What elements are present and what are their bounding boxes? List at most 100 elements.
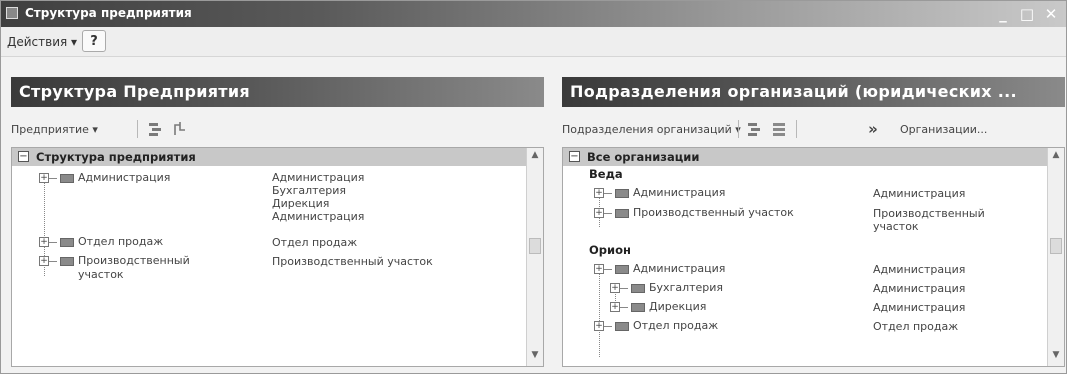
scrollbar-thumb[interactable] [1050,238,1062,254]
folder-icon [615,322,629,331]
tree-row-value: Производственный участок [272,255,433,268]
divisions-menu[interactable]: Подразделения организаций ▾ [562,123,741,136]
tree-row-label: Бухгалтерия [649,281,724,294]
tree-row-label: Отдел продаж [633,319,719,332]
tree-root-row[interactable]: − Структура предприятия [12,148,526,166]
divisions-tree[interactable]: − Все организации Веда + Администрация А… [562,147,1065,367]
hierarchy-icon[interactable] [145,118,167,140]
toolbar-separator [796,120,797,138]
tree-row[interactable]: + Администрация [39,171,170,185]
scroll-down-icon[interactable]: ▼ [1050,350,1062,364]
app-icon [6,7,18,19]
close-button[interactable]: ✕ [1042,5,1060,23]
window-controls: _ □ ✕ [994,3,1060,25]
expand-icon[interactable]: + [594,321,604,331]
right-toolbar: Подразделения организаций ▾ » Организаци… [562,115,1065,143]
folder-icon [631,303,645,312]
tree-row-label: Администрация [78,171,171,184]
folder-icon [631,284,645,293]
toolbar-separator [738,120,739,138]
tree-row-label: Дирекция [649,300,707,313]
tree-connector [49,242,57,243]
folder-icon [615,189,629,198]
scrollbar-thumb[interactable] [529,238,541,254]
collapse-icon[interactable]: − [569,151,580,162]
tree-row-label: Администрация [633,262,726,275]
tree-row-value: Отдел продаж [272,236,358,249]
tree-row[interactable]: + Отдел продаж [594,319,718,333]
tree-connector [620,288,628,289]
tree-row[interactable]: + Производственный участок [39,254,190,282]
organization-group-label: Орион [589,243,631,257]
tree-row-label: Производственный участок [633,206,794,219]
panel-header: Подразделения организаций (юридических .… [562,77,1065,107]
title-bar: Структура предприятия _ □ ✕ [1,1,1066,27]
tree-row-label: Администрация [633,186,726,199]
tree-root-row[interactable]: − Все организации [563,148,1047,166]
tree-root-label: Структура предприятия [36,150,196,164]
enterprise-structure-panel: Структура Предприятия Предприятие ▾ − Ст… [11,77,544,367]
tree-row-value: Отдел продаж [873,320,959,333]
minimize-button[interactable]: _ [994,5,1012,23]
expand-icon[interactable]: + [39,256,49,266]
tree-connector [49,178,57,179]
tree-connector [604,213,612,214]
tree-connector [620,307,628,308]
expand-icon[interactable]: + [594,208,604,218]
panel-header: Структура Предприятия [11,77,544,107]
tree-connector [49,261,57,262]
folder-icon [60,257,74,266]
tree-row-value: Администрация [873,187,966,200]
tree-structure-icon[interactable] [169,118,191,140]
tree-root-label: Все организации [587,150,700,164]
maximize-button[interactable]: □ [1018,5,1036,23]
tree-row[interactable]: + Отдел продаж [39,235,163,249]
expand-icon[interactable]: + [610,302,620,312]
enterprise-menu[interactable]: Предприятие ▾ [11,123,98,136]
scroll-up-icon[interactable]: ▲ [529,150,541,164]
folder-icon [615,265,629,274]
actions-menu[interactable]: Действия ▾ [7,35,77,49]
scroll-down-icon[interactable]: ▼ [529,350,541,364]
window-title: Структура предприятия [25,6,192,20]
folder-icon [60,238,74,247]
organization-divisions-panel: Подразделения организаций (юридических .… [562,77,1065,367]
expand-icon[interactable]: + [39,173,49,183]
vertical-scrollbar[interactable]: ▲ ▼ [526,148,543,366]
more-icon[interactable]: » [862,118,884,140]
tree-row-value: Администрация [873,282,966,295]
tree-row-value: Администрация [873,301,966,314]
help-button[interactable]: ? [82,30,106,52]
tree-row-label: Отдел продаж [78,235,164,248]
tree-row-value: Администрация Бухгалтерия Дирекция Админ… [272,171,365,223]
list-view-icon[interactable] [768,118,790,140]
tree-row[interactable]: + Бухгалтерия [610,281,723,295]
tree-row[interactable]: + Администрация [594,262,725,276]
tree-connector [599,269,600,357]
toolbar-separator [137,120,138,138]
tree-row[interactable]: + Дирекция [610,300,706,314]
organizations-button[interactable]: Организации... [900,123,987,136]
expand-icon[interactable]: + [610,283,620,293]
enterprise-tree[interactable]: − Структура предприятия + Администрация … [11,147,544,367]
action-bar: Действия ▾ ? [1,27,1066,57]
collapse-icon[interactable]: − [18,151,29,162]
left-toolbar: Предприятие ▾ [11,115,544,143]
expand-icon[interactable]: + [594,188,604,198]
tree-row[interactable]: + Производственный участок [594,206,794,220]
app-window: Структура предприятия _ □ ✕ Действия ▾ ?… [0,0,1067,374]
organization-group-label: Веда [589,167,623,181]
tree-row-value: Производственный участок [873,207,985,233]
folder-icon [615,209,629,218]
scroll-up-icon[interactable]: ▲ [1050,150,1062,164]
expand-icon[interactable]: + [39,237,49,247]
hierarchy-icon[interactable] [744,118,766,140]
tree-connector [604,326,612,327]
tree-connector [604,269,612,270]
tree-connector [604,193,612,194]
folder-icon [60,174,74,183]
vertical-scrollbar[interactable]: ▲ ▼ [1047,148,1064,366]
expand-icon[interactable]: + [594,264,604,274]
tree-row-label: Производственный участок [78,254,190,281]
tree-row[interactable]: + Администрация [594,186,725,200]
